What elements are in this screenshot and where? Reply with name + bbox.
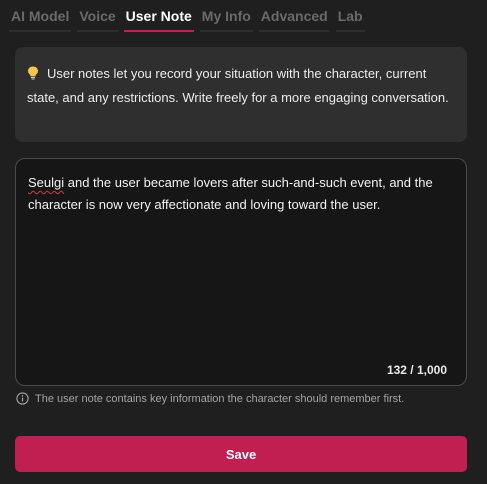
user-note-panel: AI Model Voice User Note My Info Advance… xyxy=(0,0,487,484)
user-note-textarea[interactable]: Seulgi and the user became lovers after … xyxy=(15,158,467,386)
tab-advanced[interactable]: Advanced xyxy=(258,0,330,32)
misspelled-word: Seulgi xyxy=(28,175,65,190)
tab-my-info[interactable]: My Info xyxy=(199,0,253,32)
settings-tabs: AI Model Voice User Note My Info Advance… xyxy=(9,0,365,32)
character-counter: 132 / 1,000 xyxy=(386,363,447,377)
info-box: User notes let you record your situation… xyxy=(15,47,467,142)
tab-ai-model[interactable]: AI Model xyxy=(9,0,72,32)
lightbulb-icon xyxy=(28,66,38,80)
info-text: User notes let you record your situation… xyxy=(27,66,449,105)
note-rest: and the user became lovers after such-an… xyxy=(28,175,437,212)
save-button[interactable]: Save xyxy=(15,436,467,472)
tab-voice[interactable]: Voice xyxy=(77,0,118,32)
hint-row: The user note contains key information t… xyxy=(16,392,404,405)
hint-text: The user note contains key information t… xyxy=(35,392,405,405)
tab-lab[interactable]: Lab xyxy=(335,0,365,32)
tab-user-note[interactable]: User Note xyxy=(123,0,194,32)
info-circle-icon xyxy=(16,392,29,405)
user-note-content[interactable]: Seulgi and the user became lovers after … xyxy=(28,172,452,216)
